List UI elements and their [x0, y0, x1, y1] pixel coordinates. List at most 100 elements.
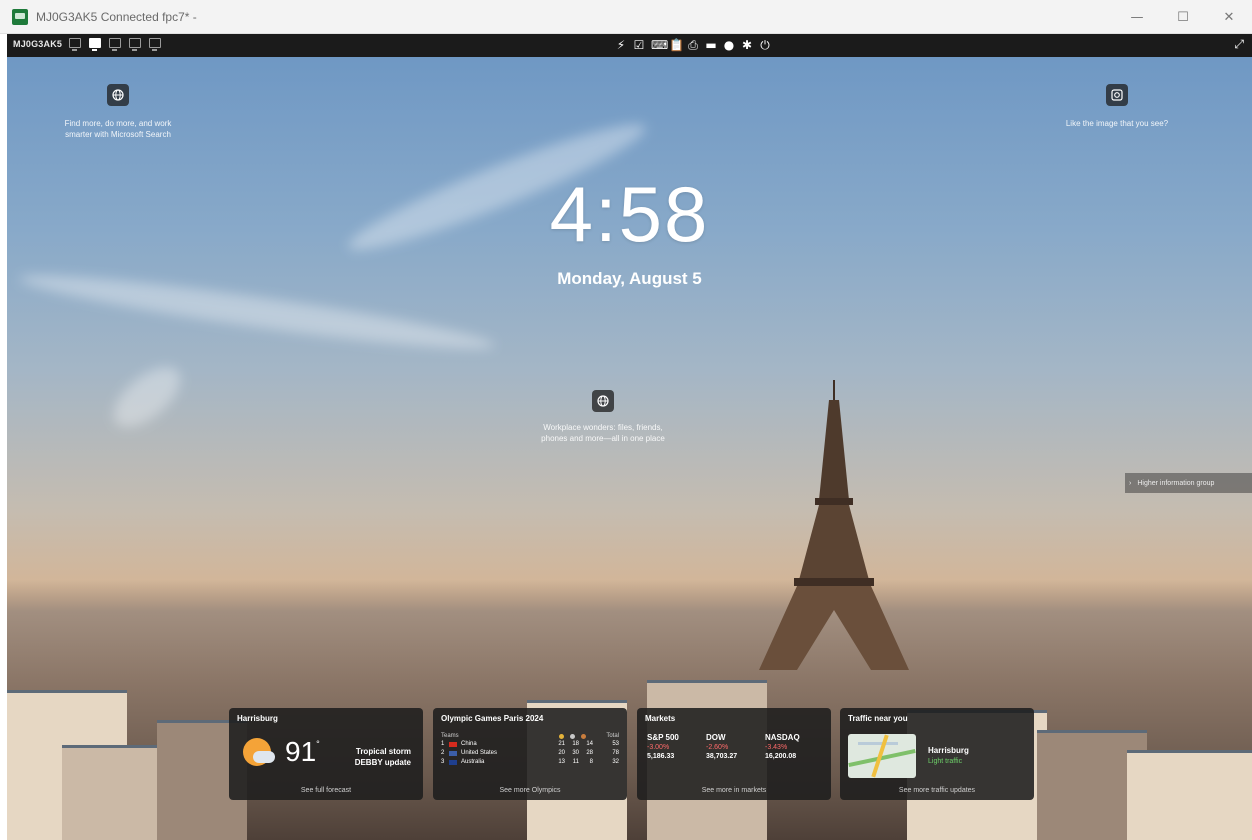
lightning-icon[interactable]: ⚡	[615, 37, 627, 53]
silver-count: 18	[572, 741, 579, 747]
lock-date: Monday, August 5	[557, 269, 702, 288]
side-info-chip[interactable]: › Higher information group	[1125, 473, 1252, 493]
traffic-title: Traffic near you	[848, 714, 908, 723]
traffic-footer-link[interactable]: See more traffic updates	[840, 787, 1034, 794]
monitor-selector	[69, 38, 161, 51]
silver-count: 30	[572, 750, 579, 756]
globe-icon[interactable]	[592, 390, 614, 412]
close-button[interactable]: ✕	[1206, 0, 1252, 34]
checklist-icon[interactable]: ☑	[633, 37, 645, 53]
medal-icons	[559, 733, 586, 739]
search-hint[interactable]: Find more, do more, and work smarter wit…	[43, 118, 193, 140]
silver-count: 11	[572, 759, 579, 765]
market-nasdaq: NASDAQ -3.43% 16,200.08	[765, 733, 825, 760]
australia-flag-icon	[449, 760, 457, 765]
medal-counts: 21 18 14	[555, 741, 593, 747]
chat-icon[interactable]: ●	[723, 37, 735, 53]
monitor-2-icon[interactable]	[109, 38, 121, 51]
map-road	[858, 742, 898, 745]
search-hint-line1: Find more, do more, and work	[64, 119, 172, 128]
cloud-icon	[253, 751, 275, 763]
folder-icon[interactable]: ▬	[705, 37, 717, 53]
country: Australia	[461, 759, 485, 765]
traffic-status: Light traffic	[928, 758, 963, 765]
table-row: 1 China 21 18 14 53	[441, 741, 619, 750]
gear-icon[interactable]: ✱	[741, 37, 753, 53]
side-chip-label: Higher information group	[1137, 479, 1215, 487]
total-label: Total	[606, 733, 619, 739]
rank: 1	[441, 741, 445, 747]
table-row: 3 Australia 13 11 8 32	[441, 759, 619, 768]
bronze-count: 14	[586, 741, 593, 747]
olympics-title: Olympic Games Paris 2024	[441, 714, 544, 723]
monitor-4-icon[interactable]	[149, 38, 161, 51]
monitor-3-icon[interactable]	[129, 38, 141, 51]
olympics-footer-link[interactable]: See more Olympics	[433, 787, 627, 794]
bronze-count: 28	[586, 750, 593, 756]
weather-widget[interactable]: Harrisburg 91° Tropical storm DEBBY upda…	[229, 708, 423, 800]
search-hint-line2: smarter with Microsoft Search	[65, 130, 171, 139]
image-hint[interactable]: Like the image that you see?	[1047, 118, 1187, 129]
toolbar-actions: ⚡ ☑ ⌨ 📋 ⎙ ▬ ● ✱ ⏻	[615, 37, 771, 53]
rank: 2	[441, 750, 445, 756]
gold-count: 20	[558, 750, 565, 756]
bronze-medal-icon	[581, 734, 586, 739]
country: China	[461, 741, 477, 747]
market-change: -3.43%	[765, 744, 788, 751]
market-name: NASDAQ	[765, 733, 800, 742]
printer-icon[interactable]: ⎙	[687, 37, 699, 53]
total-count: 32	[612, 759, 619, 765]
monitor-1-icon[interactable]	[89, 38, 101, 51]
market-dow: DOW -2.60% 38,703.27	[706, 733, 766, 760]
remote-desktop[interactable]: 4:58 Monday, August 5 Find more, do more…	[7, 57, 1252, 840]
markets-footer-link[interactable]: See more in markets	[637, 787, 831, 794]
workplace-hint-line2: phones and more—all in one place	[541, 434, 665, 443]
window-titlebar: MJ0G3AK5 Connected fpc7* - — ☐ ✕	[0, 0, 1252, 34]
market-value: 38,703.27	[706, 753, 738, 760]
market-change: -3.00%	[647, 744, 670, 751]
maximize-button[interactable]: ☐	[1160, 0, 1206, 34]
lock-clock: 4:58	[549, 170, 710, 258]
traffic-map-thumbnail	[848, 734, 916, 778]
fullscreen-icon[interactable]: ⤢	[1234, 37, 1244, 52]
silver-medal-icon	[570, 734, 575, 739]
camera-icon[interactable]	[1106, 84, 1128, 106]
markets-widget[interactable]: Markets S&P 500 -3.00% 5,186.33 DOW -2.6…	[637, 708, 831, 800]
medal-counts: 20 30 28	[555, 750, 593, 756]
all-monitors-icon[interactable]	[69, 38, 81, 51]
keyboard-icon[interactable]: ⌨	[651, 37, 668, 53]
total-count: 78	[612, 750, 619, 756]
host-name: MJ0G3AK5	[13, 39, 63, 49]
building	[62, 745, 172, 840]
weather-footer-link[interactable]: See full forecast	[229, 787, 423, 794]
table-row: 2 United States 20 30 28 78	[441, 750, 619, 759]
remote-toolbar: MJ0G3AK5 ⚡ ☑ ⌨ 📋 ⎙ ▬ ● ✱ ⏻ ⤢	[7, 34, 1252, 57]
gold-medal-icon	[559, 734, 564, 739]
gold-count: 13	[558, 759, 565, 765]
eiffel-tower	[759, 380, 909, 670]
remote-app-icon	[12, 8, 28, 25]
building	[1127, 750, 1252, 840]
market-change: -2.60%	[706, 744, 729, 751]
traffic-widget[interactable]: Traffic near you Harrisburg Light traffi…	[840, 708, 1034, 800]
olympics-widget[interactable]: Olympic Games Paris 2024 Teams Total 1 C…	[433, 708, 627, 800]
minimize-button[interactable]: —	[1114, 0, 1160, 34]
gold-count: 21	[558, 741, 565, 747]
globe-icon[interactable]	[107, 84, 129, 106]
market-name: DOW	[706, 733, 726, 742]
weather-title: Harrisburg	[237, 714, 278, 723]
temp-unit: °	[316, 739, 320, 749]
rank: 3	[441, 759, 445, 765]
power-icon[interactable]: ⏻	[759, 37, 771, 53]
workplace-hint[interactable]: Workplace wonders: files, friends, phone…	[517, 422, 689, 444]
storm-alert-line1: Tropical storm	[355, 747, 411, 756]
market-sp500: S&P 500 -3.00% 5,186.33	[647, 733, 707, 760]
country: United States	[461, 750, 498, 756]
clipboard-icon[interactable]: 📋	[669, 37, 684, 53]
medal-counts: 13 11 8	[555, 759, 593, 765]
teams-label: Teams	[441, 733, 459, 739]
wallpaper-city	[7, 580, 1252, 840]
market-value: 5,186.33	[647, 753, 675, 760]
markets-title: Markets	[645, 714, 676, 723]
window-title: MJ0G3AK5 Connected fpc7* -	[36, 9, 197, 24]
